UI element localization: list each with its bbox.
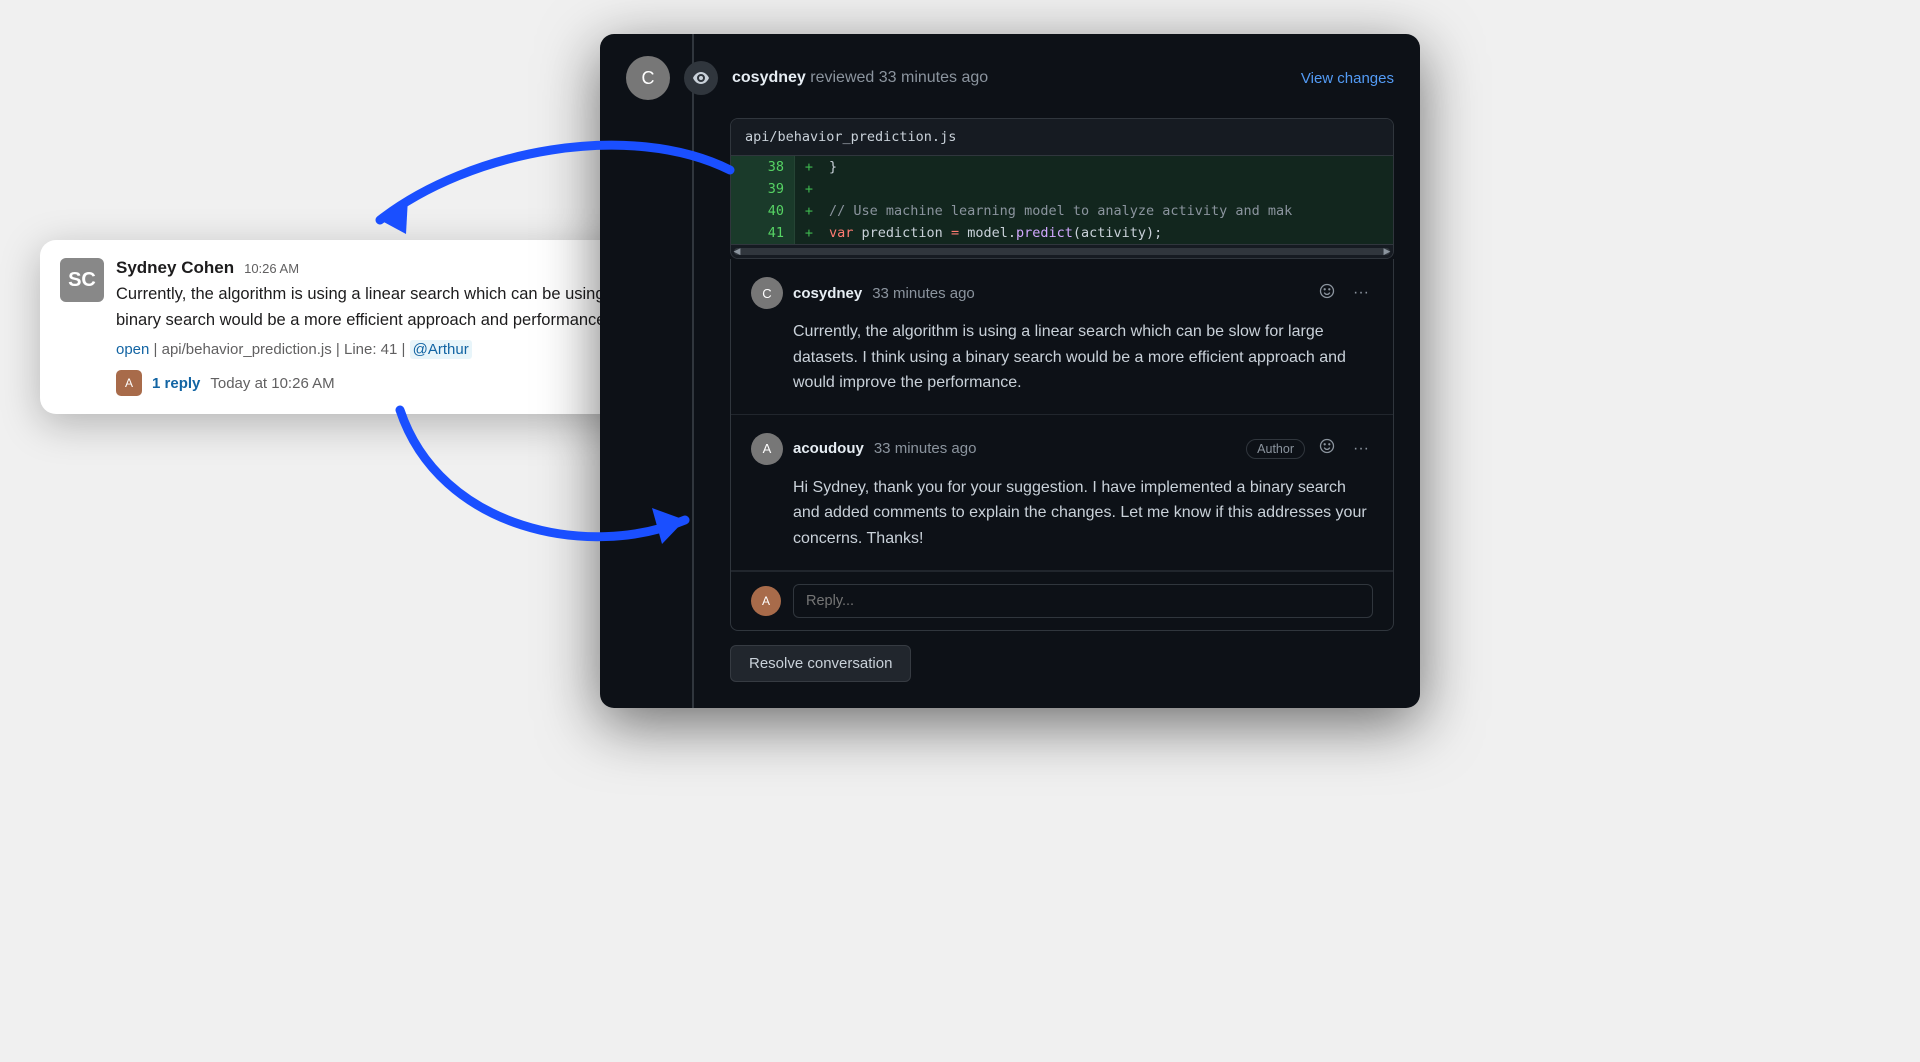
reply-avatar[interactable]: A (751, 586, 781, 616)
author-badge: Author (1246, 439, 1305, 459)
horizontal-scrollbar[interactable]: ◀ ▶ (731, 244, 1393, 258)
review-action: reviewed (810, 69, 874, 86)
diff-lines: 38+}39+40+// Use machine learning model … (731, 156, 1393, 244)
kebab-icon[interactable]: ··· (1349, 282, 1373, 304)
comment-avatar[interactable]: C (751, 277, 783, 309)
slack-reply-time: Today at 10:26 AM (210, 375, 334, 392)
diff-code: var prediction = model.predict(activity)… (823, 222, 1168, 244)
diff-code: // Use machine learning model to analyze… (823, 200, 1298, 222)
reply-row: A (731, 571, 1393, 630)
comment-time: 33 minutes ago (874, 440, 977, 457)
review-header-text: cosydney reviewed 33 minutes ago (732, 69, 1287, 87)
slack-thread-link[interactable]: A 1 reply Today at 10:26 AM (116, 370, 620, 396)
kebab-icon[interactable]: ··· (1349, 438, 1373, 460)
diff-line: 41+var prediction = model.predict(activi… (731, 222, 1393, 244)
slack-timestamp: 10:26 AM (244, 261, 299, 276)
comment-body: Currently, the algorithm is using a line… (751, 319, 1373, 396)
resolve-conversation-button[interactable]: Resolve conversation (730, 645, 911, 682)
comment-avatar[interactable]: A (751, 433, 783, 465)
emoji-icon[interactable] (1315, 436, 1339, 461)
diff-line-number: 38 (731, 156, 795, 178)
reviewer-username[interactable]: cosydney (732, 69, 806, 86)
review-comment: Ccosydney 33 minutes ago ··· Currently, the… (731, 259, 1393, 415)
diff-line-number: 39 (731, 178, 795, 200)
slack-reply-avatar: A (116, 370, 142, 396)
eye-icon (684, 61, 718, 95)
review-header: C cosydney reviewed 33 minutes ago View … (626, 56, 1394, 100)
slack-status[interactable]: open (116, 341, 149, 358)
diff-line: 38+} (731, 156, 1393, 178)
diff-line: 39+ (731, 178, 1393, 200)
comment-body: Hi Sydney, thank you for your suggestion… (751, 475, 1373, 552)
diff-line-number: 41 (731, 222, 795, 244)
github-review-panel: C cosydney reviewed 33 minutes ago View … (600, 34, 1420, 708)
diff-block: api/behavior_prediction.js 38+}39+40+// … (730, 118, 1394, 259)
timeline-gutter (692, 34, 694, 708)
diff-code (823, 178, 835, 200)
scroll-left-icon[interactable]: ◀ (731, 245, 743, 258)
review-comment: Aacoudouy 33 minutes ago Author ··· Hi Sydne… (731, 415, 1393, 571)
reviewer-avatar[interactable]: C (626, 56, 670, 100)
slack-message-card: SC Sydney Cohen 10:26 AM Currently, the … (40, 240, 640, 414)
comment-username[interactable]: acoudouy (793, 440, 864, 457)
slack-message-text: Currently, the algorithm is using a line… (116, 282, 620, 333)
slack-avatar[interactable]: SC (60, 258, 104, 302)
scroll-right-icon[interactable]: ▶ (1381, 245, 1393, 258)
review-comments: Ccosydney 33 minutes ago ··· Currently, the… (730, 259, 1394, 631)
slack-author-name[interactable]: Sydney Cohen (116, 258, 234, 278)
diff-filename[interactable]: api/behavior_prediction.js (731, 119, 1393, 156)
comment-time: 33 minutes ago (872, 285, 975, 302)
diff-line-number: 40 (731, 200, 795, 222)
diff-code: } (823, 156, 843, 178)
slack-file-path: api/behavior_prediction.js (162, 341, 332, 358)
reply-input[interactable] (793, 584, 1373, 618)
view-changes-link[interactable]: View changes (1301, 70, 1394, 87)
diff-marker: + (795, 156, 823, 178)
slack-meta-line: open | api/behavior_prediction.js | Line… (116, 341, 620, 358)
diff-marker: + (795, 178, 823, 200)
slack-line-label: Line: 41 (344, 341, 397, 358)
slack-mention[interactable]: @Arthur (410, 340, 472, 359)
emoji-icon[interactable] (1315, 281, 1339, 306)
diff-marker: + (795, 222, 823, 244)
review-time: 33 minutes ago (879, 69, 988, 86)
diff-line: 40+// Use machine learning model to anal… (731, 200, 1393, 222)
diff-marker: + (795, 200, 823, 222)
comment-username[interactable]: cosydney (793, 285, 862, 302)
slack-reply-count: 1 reply (152, 375, 200, 392)
